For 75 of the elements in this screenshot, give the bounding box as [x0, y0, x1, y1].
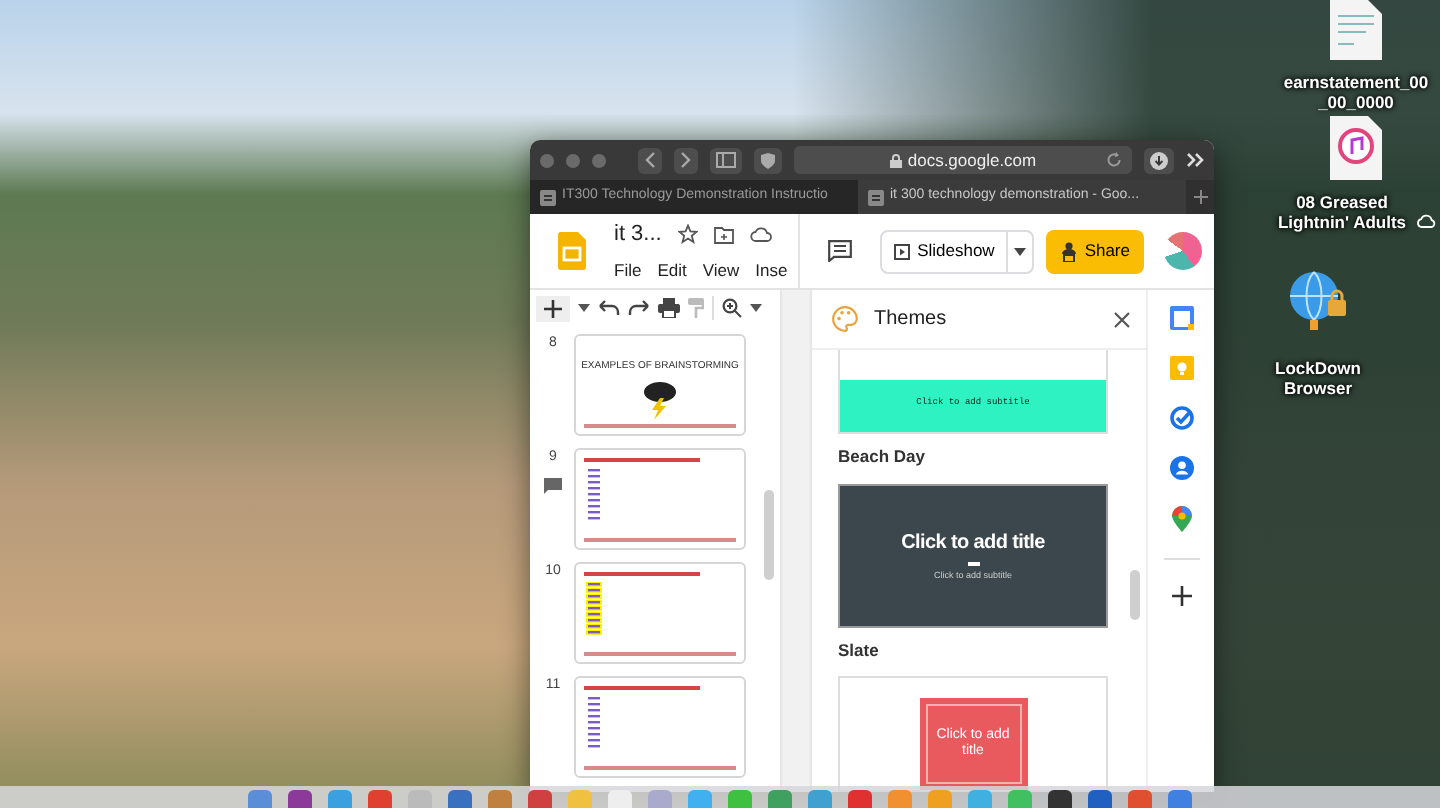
- calendar-icon[interactable]: [1169, 306, 1193, 330]
- file-label: earnstatement_00_00_0000: [1282, 72, 1430, 113]
- palette-icon: [832, 306, 858, 332]
- add-icon[interactable]: [1171, 586, 1191, 606]
- undo-icon[interactable]: [598, 300, 620, 316]
- zoom-icon[interactable]: [722, 298, 742, 318]
- document-icon[interactable]: [1330, 0, 1382, 60]
- more-tabs-icon[interactable]: [1186, 152, 1204, 168]
- back-button[interactable]: [638, 147, 662, 173]
- shield-button[interactable]: [754, 147, 782, 173]
- close-icon[interactable]: [1114, 311, 1130, 327]
- slideshow-button[interactable]: Slideshow: [881, 231, 1007, 271]
- menu-item[interactable]: View: [702, 258, 740, 285]
- caret-icon[interactable]: [578, 304, 590, 312]
- sidebar-button[interactable]: [710, 147, 742, 173]
- scrollbar[interactable]: [764, 490, 774, 580]
- share-button[interactable]: Share: [1046, 229, 1144, 273]
- panel-title: Themes: [874, 306, 947, 334]
- new-tab-button[interactable]: [1186, 180, 1214, 214]
- slide-text-drawing: [584, 570, 704, 638]
- caret-icon: [1014, 247, 1027, 255]
- shield-icon: [760, 151, 776, 169]
- address-bar[interactable]: docs.google.com: [794, 146, 1132, 174]
- download-button[interactable]: [1144, 147, 1174, 173]
- sidebar-icon: [716, 152, 736, 168]
- reload-icon[interactable]: [1106, 152, 1122, 168]
- app-icon[interactable]: [448, 790, 472, 808]
- storm-cloud-icon: [640, 379, 680, 419]
- lock-icon: [889, 153, 902, 167]
- music-file-icon[interactable]: [1330, 116, 1382, 180]
- slide-text-drawing: [584, 456, 704, 524]
- menu-item[interactable]: File: [614, 258, 642, 285]
- theme-title: Click to add title: [901, 529, 1045, 558]
- download-icon: [1150, 151, 1168, 169]
- slide-thumbnail[interactable]: [574, 448, 746, 550]
- cloud-icon[interactable]: [749, 226, 772, 243]
- menu-item[interactable]: Inse: [755, 258, 788, 285]
- page-icon: [540, 189, 556, 205]
- slide-text-drawing: [584, 684, 704, 752]
- file-label: 08 Greased Lightnin' Adults: [1276, 192, 1408, 233]
- dots: [967, 561, 979, 566]
- chevron-right-icon: [680, 152, 692, 168]
- caret-icon[interactable]: [750, 304, 762, 312]
- print-icon[interactable]: [658, 298, 680, 318]
- slide-thumbnail[interactable]: [574, 562, 746, 664]
- forward-button[interactable]: [674, 147, 698, 173]
- menu-item[interactable]: Edit: [657, 258, 687, 285]
- file-label: LockDown Browser: [1273, 358, 1363, 399]
- star-icon[interactable]: [677, 224, 698, 245]
- document-title[interactable]: it 3...: [614, 217, 662, 251]
- new-slide-button[interactable]: [536, 295, 570, 321]
- theme-name: Slate: [838, 637, 881, 664]
- tasks-icon[interactable]: [1169, 406, 1193, 430]
- contacts-icon[interactable]: [1169, 456, 1193, 480]
- comment-icon[interactable]: [827, 240, 852, 262]
- app-icon[interactable]: [288, 790, 312, 808]
- chevron-left-icon: [644, 152, 656, 168]
- slide-thumbnail[interactable]: [574, 676, 746, 778]
- address-text: docs.google.com: [907, 147, 1037, 173]
- play-icon: [893, 243, 910, 259]
- minimize-icon[interactable]: [566, 153, 580, 167]
- map-pin-icon[interactable]: [1171, 506, 1191, 532]
- globe-lock-icon[interactable]: [1286, 270, 1350, 334]
- app-icon[interactable]: [1048, 790, 1072, 808]
- redo-icon[interactable]: [628, 300, 650, 316]
- add-icon: [544, 299, 562, 317]
- page-icon: [868, 189, 884, 205]
- scrollbar[interactable]: [1130, 570, 1140, 620]
- avatar[interactable]: [1164, 232, 1202, 270]
- add-icon: [1193, 190, 1207, 204]
- app-icon[interactable]: [1088, 790, 1112, 808]
- theme-name: Beach Day: [838, 443, 927, 470]
- person-lock-icon: [1060, 241, 1079, 261]
- folder-icon[interactable]: [713, 225, 734, 244]
- comment-icon[interactable]: [544, 477, 562, 493]
